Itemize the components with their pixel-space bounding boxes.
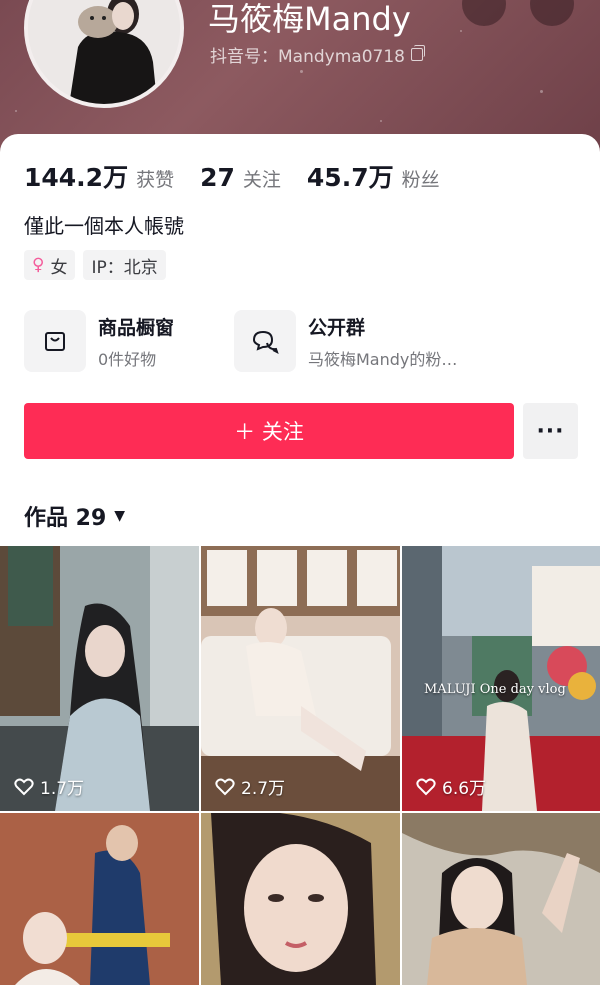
ip-tag: IP：北京 [83, 250, 166, 280]
video-likes: 6.6万 [416, 774, 486, 799]
profile-name: 马筱梅Mandy [208, 0, 411, 38]
search-button[interactable] [462, 0, 506, 26]
female-icon: ♀ [32, 255, 45, 275]
video-tile[interactable] [0, 813, 199, 985]
feature-row: 商品橱窗 0件好物 公开群 马筱梅Mandy的粉… [24, 310, 457, 372]
video-likes-count: 2.7万 [241, 779, 286, 799]
following-label[interactable]: 关注 [243, 165, 281, 192]
video-tile[interactable]: 1.7万 [0, 546, 199, 811]
heart-icon [416, 778, 436, 795]
profile-tags: ♀ 女 IP：北京 [24, 250, 166, 280]
video-tile[interactable] [402, 813, 600, 985]
avatar[interactable] [24, 0, 184, 108]
shop-window-title: 商品橱窗 [98, 316, 175, 339]
video-tile[interactable]: MALUJI One day vlog 6.6万 [402, 546, 600, 811]
likes-count: 144.2万 [24, 163, 129, 192]
video-likes-count: 6.6万 [442, 779, 487, 799]
likes-label: 获赞 [136, 169, 175, 191]
video-tile[interactable] [201, 813, 400, 985]
chat-bubbles-icon [234, 310, 296, 372]
works-tab[interactable]: 作品 29 ▼ [24, 500, 125, 532]
video-likes-count: 1.7万 [40, 779, 85, 799]
followers-count[interactable]: 45.7万 [307, 158, 394, 194]
video-overlay-text: MALUJI One day vlog [424, 682, 566, 697]
more-options-button[interactable]: ··· [523, 403, 578, 459]
video-likes: 1.7万 [14, 774, 84, 799]
gender-tag: ♀ 女 [24, 250, 76, 280]
heart-icon [14, 778, 34, 795]
bio-text: 僅此一個本人帳號 [24, 214, 184, 238]
public-group-title: 公开群 [308, 316, 366, 339]
works-label: 作品 29 [24, 506, 107, 531]
douyin-id[interactable]: 抖音号：Mandyma0718 [210, 42, 425, 67]
public-group-subtitle: 马筱梅Mandy的粉… [308, 349, 458, 369]
menu-button[interactable] [530, 0, 574, 26]
following-count[interactable]: 27 [200, 163, 235, 192]
shopping-bag-icon [24, 310, 86, 372]
ip-label: IP：北京 [91, 257, 158, 278]
shop-window-subtitle: 0件好物 [98, 349, 157, 369]
follow-button[interactable]: ＋ 关注 [24, 403, 514, 459]
video-tile[interactable]: 2.7万 [201, 546, 400, 811]
douyin-id-text: 抖音号：Mandyma0718 [210, 47, 405, 67]
shop-window-entry[interactable]: 商品橱窗 0件好物 [24, 310, 234, 372]
heart-icon [215, 778, 235, 795]
followers-label[interactable]: 粉丝 [402, 165, 440, 192]
video-likes: 2.7万 [215, 774, 285, 799]
caret-down-icon: ▼ [114, 508, 126, 524]
stats-row: 144.2万 获赞 27 关注 45.7万 粉丝 [24, 158, 466, 194]
copy-icon[interactable] [410, 45, 425, 61]
gender-label: 女 [50, 257, 68, 278]
public-group-entry[interactable]: 公开群 马筱梅Mandy的粉… [234, 310, 457, 372]
